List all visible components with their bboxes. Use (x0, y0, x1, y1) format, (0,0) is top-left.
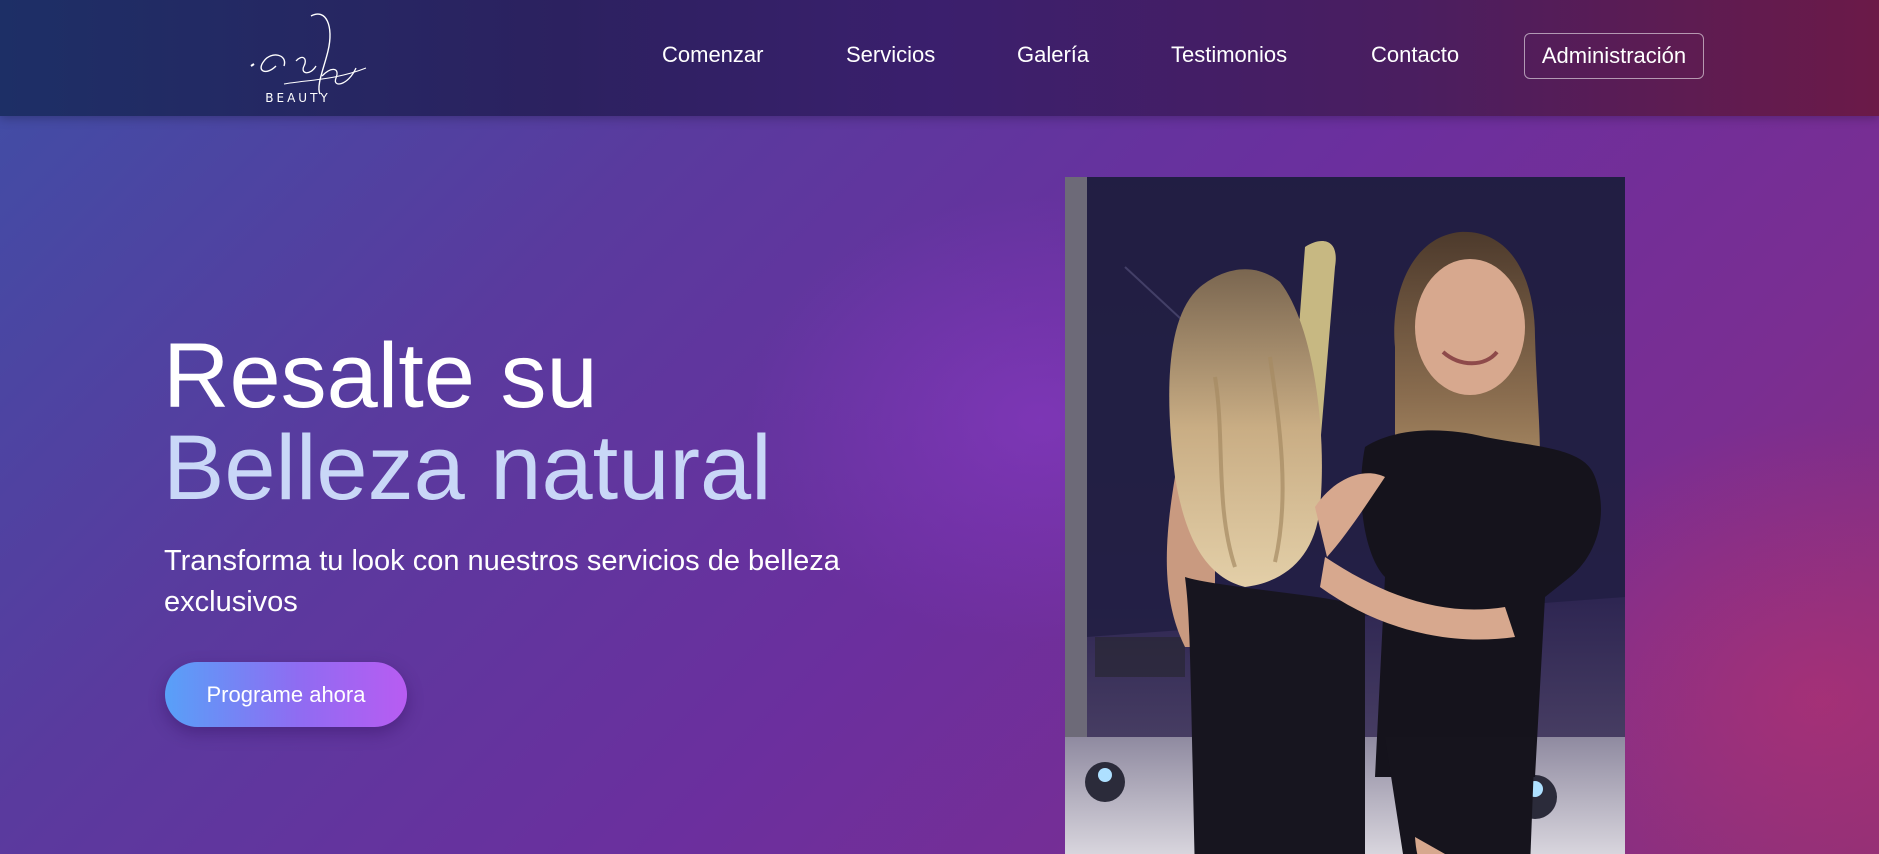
hero-title: Resalte su (163, 325, 598, 427)
nav-link-comenzar[interactable]: Comenzar (662, 42, 763, 68)
schedule-now-button[interactable]: Programe ahora (165, 662, 407, 727)
brand-logo[interactable]: BEAUTY (236, 6, 372, 106)
hero-photo (1065, 177, 1625, 854)
admin-button[interactable]: Administración (1524, 33, 1704, 79)
stylist-client-image (1065, 177, 1625, 854)
nav-link-contacto[interactable]: Contacto (1371, 42, 1459, 68)
hero-title-accent: Belleza natural (163, 417, 772, 519)
top-navbar: BEAUTY Comenzar Servicios Galería Testim… (0, 0, 1879, 116)
logo-wordmark: BEAUTY (265, 91, 331, 105)
nav-link-testimonios[interactable]: Testimonios (1171, 42, 1287, 68)
hero-subtitle: Transforma tu look con nuestros servicio… (164, 545, 840, 618)
nav-link-servicios[interactable]: Servicios (846, 42, 935, 68)
nav-link-galeria[interactable]: Galería (1017, 42, 1089, 68)
